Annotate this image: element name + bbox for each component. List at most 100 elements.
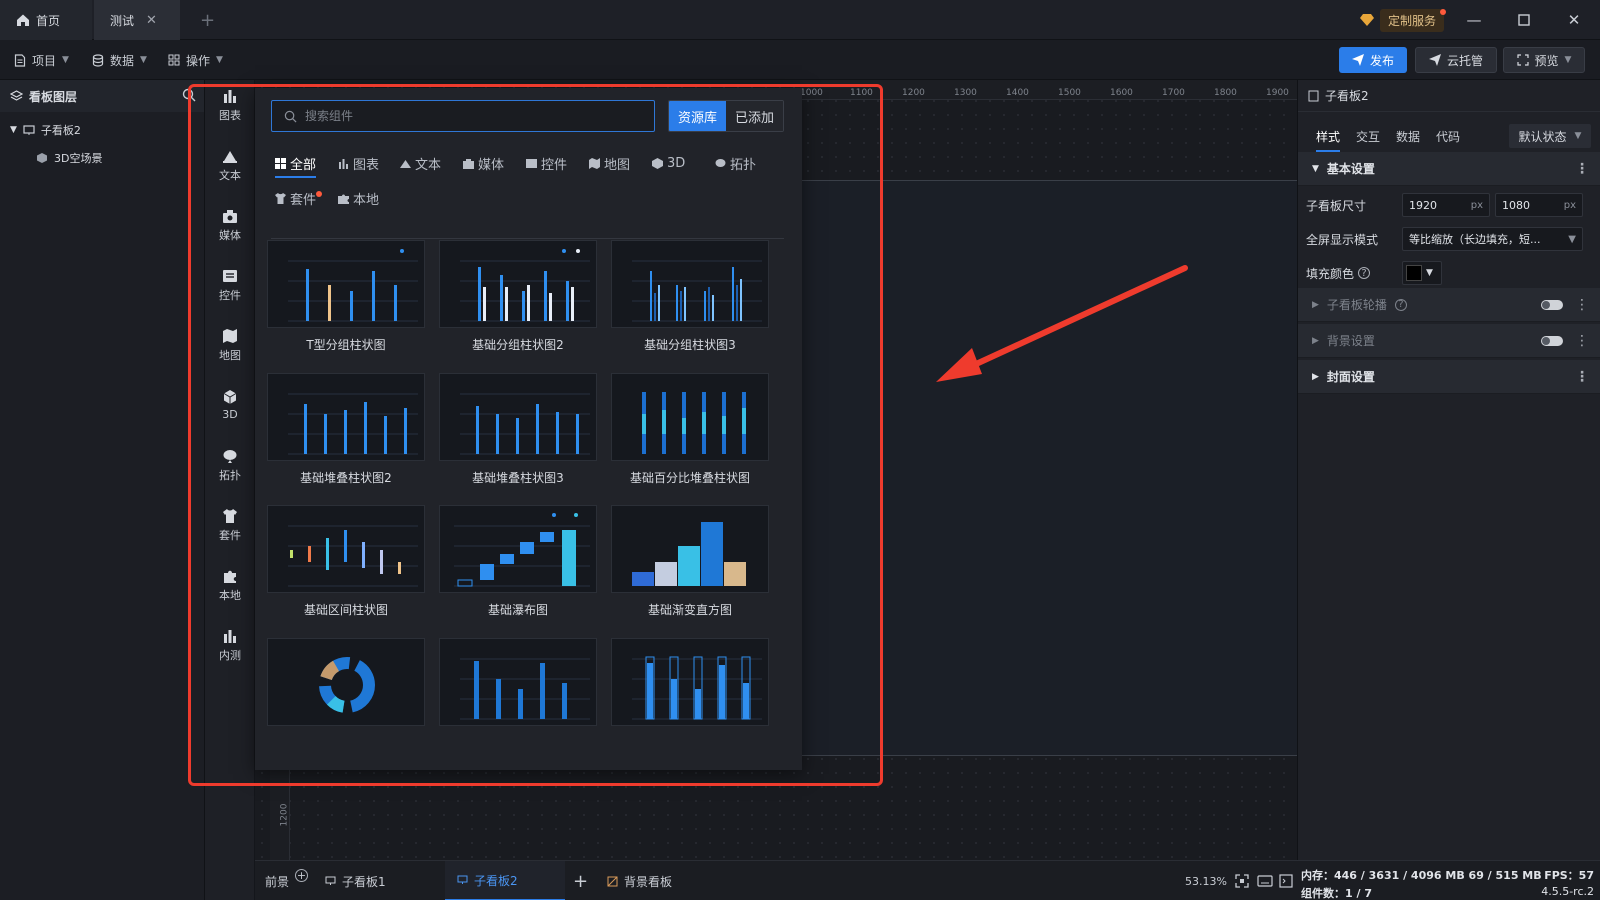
component-card[interactable]: 基础渐变直方图 bbox=[611, 505, 769, 618]
layers-icon bbox=[10, 90, 23, 102]
layer-item-3d-scene[interactable]: 3D空场景 bbox=[0, 144, 204, 172]
tab-background-board[interactable]: 背景看板 bbox=[607, 861, 672, 900]
background-toggle[interactable] bbox=[1541, 336, 1563, 346]
close-icon[interactable]: ✕ bbox=[146, 13, 157, 28]
preview-button[interactable]: 预览 ▼ bbox=[1503, 47, 1585, 73]
tab-text[interactable]: 文本 bbox=[400, 150, 441, 176]
section-title: 基本设置 bbox=[1326, 162, 1375, 176]
section-background[interactable]: ▶ 背景设置 ⋮ bbox=[1298, 324, 1600, 358]
fit-screen-button[interactable] bbox=[1235, 861, 1249, 900]
component-card[interactable]: 基础分组柱状图2 bbox=[439, 240, 597, 353]
component-card[interactable] bbox=[611, 638, 769, 726]
help-icon[interactable]: ? bbox=[1394, 298, 1407, 311]
component-card[interactable]: 基础堆叠柱状图2 bbox=[267, 373, 425, 486]
rail-item-label: 媒体 bbox=[219, 228, 241, 242]
minimize-button[interactable]: — bbox=[1462, 8, 1486, 32]
carousel-toggle[interactable] bbox=[1541, 300, 1563, 310]
tab-label: 全部 bbox=[290, 157, 317, 173]
tab-3d[interactable]: 3D bbox=[652, 150, 685, 176]
component-card[interactable]: 基础堆叠柱状图3 bbox=[439, 373, 597, 486]
tab-control[interactable]: 控件 bbox=[526, 150, 567, 176]
component-card[interactable]: 基础百分比堆叠柱状图 bbox=[611, 373, 769, 486]
tab-home[interactable]: 首页 bbox=[0, 0, 92, 40]
maximize-button[interactable] bbox=[1512, 8, 1536, 32]
tab-all[interactable]: 全部 bbox=[275, 150, 317, 178]
rail-item-3d[interactable]: 3D bbox=[205, 380, 255, 430]
add-tab-button[interactable]: + bbox=[190, 0, 225, 40]
terminal-button[interactable] bbox=[1279, 861, 1293, 900]
component-card[interactable]: 基础瀑布图 bbox=[439, 505, 597, 618]
rail-item-media[interactable]: 媒体 bbox=[205, 200, 255, 250]
tab-media[interactable]: 媒体 bbox=[463, 150, 504, 176]
component-card[interactable] bbox=[267, 638, 425, 726]
more-icon[interactable]: ⋮ bbox=[1575, 369, 1589, 385]
minimize-icon: — bbox=[1466, 11, 1482, 29]
artboard[interactable] bbox=[800, 180, 1297, 756]
tab-topology[interactable]: 拓扑 bbox=[715, 150, 756, 176]
custom-service-button[interactable]: 定制服务 bbox=[1360, 8, 1447, 32]
more-icon[interactable]: ⋮ bbox=[1575, 333, 1589, 349]
tab-local[interactable]: 本地 bbox=[338, 185, 379, 211]
fullscreen-select[interactable]: 等比缩放（长边填充，短... ▼ bbox=[1402, 227, 1583, 251]
tab-interaction[interactable]: 交互 bbox=[1356, 120, 1380, 152]
unit-label: px bbox=[1470, 199, 1483, 211]
more-icon[interactable]: ⋮ bbox=[1575, 161, 1589, 177]
menu-project[interactable]: 项目 ▼ bbox=[14, 40, 69, 80]
component-card[interactable]: 基础分组柱状图3 bbox=[611, 240, 769, 353]
rail-item-beta[interactable]: 内测 bbox=[205, 620, 255, 670]
search-icon[interactable] bbox=[182, 88, 196, 102]
component-card[interactable] bbox=[439, 638, 597, 726]
keyboard-button[interactable] bbox=[1257, 861, 1273, 900]
tab-map[interactable]: 地图 bbox=[589, 150, 630, 176]
rail-item-control[interactable]: 控件 bbox=[205, 260, 255, 310]
library-button[interactable]: 资源库 bbox=[669, 101, 726, 131]
fill-color-picker[interactable]: ▼ bbox=[1402, 261, 1442, 285]
section-cover[interactable]: ▶ 封面设置 ⋮ bbox=[1298, 360, 1600, 394]
map-icon bbox=[222, 328, 238, 344]
notification-dot bbox=[316, 190, 323, 197]
cloud-hosting-button[interactable]: 云托管 bbox=[1415, 47, 1497, 73]
width-input[interactable]: 1920 px bbox=[1402, 193, 1490, 217]
section-basic-settings[interactable]: ▼ 基本设置 ⋮ bbox=[1298, 152, 1600, 186]
rail-item-suite[interactable]: 套件 bbox=[205, 500, 255, 550]
tab-data[interactable]: 数据 bbox=[1396, 120, 1420, 152]
tab-suite[interactable]: 套件 bbox=[275, 185, 323, 211]
card-label: 基础分组柱状图2 bbox=[472, 338, 564, 352]
state-select[interactable]: 默认状态 ▼ bbox=[1509, 124, 1591, 148]
tab-test[interactable]: 测试 ✕ bbox=[94, 0, 180, 40]
more-icon[interactable]: ⋮ bbox=[1575, 297, 1589, 313]
tab-style[interactable]: 样式 bbox=[1316, 120, 1341, 152]
chart-thumbnail bbox=[611, 505, 769, 593]
height-input[interactable]: 1080 px bbox=[1495, 193, 1583, 217]
tab-label: 媒体 bbox=[478, 157, 505, 173]
search-input[interactable] bbox=[305, 109, 625, 123]
tab-label: 3D bbox=[667, 155, 686, 171]
layer-item-subboard[interactable]: ▼ 子看板2 bbox=[0, 116, 204, 144]
rail-item-topology[interactable]: 拓扑 bbox=[205, 440, 255, 490]
close-window-button[interactable]: ✕ bbox=[1562, 8, 1586, 32]
add-board-button[interactable]: + bbox=[573, 861, 588, 900]
menu-data[interactable]: 数据 ▼ bbox=[92, 40, 147, 80]
rail-item-chart[interactable]: 图表 bbox=[205, 80, 255, 130]
board-tab-bar: 前景 + 子看板1 子看板2 + 背景看板 53.13% bbox=[255, 860, 1297, 900]
foreground-tab[interactable]: 前景 + bbox=[265, 861, 309, 900]
rail-item-local[interactable]: 本地 bbox=[205, 560, 255, 610]
search-box[interactable] bbox=[271, 100, 655, 132]
menu-operation[interactable]: 操作 ▼ bbox=[168, 40, 223, 80]
help-icon[interactable]: ? bbox=[1358, 267, 1371, 279]
rail-item-map[interactable]: 地图 bbox=[205, 320, 255, 370]
section-carousel[interactable]: ▶ 子看板轮播 ? ⋮ bbox=[1298, 288, 1600, 322]
component-card[interactable]: 基础区间柱状图 bbox=[267, 505, 425, 618]
tab-subboard-1[interactable]: 子看板1 bbox=[325, 861, 386, 900]
shirt-icon bbox=[275, 192, 286, 204]
chart-thumbnail bbox=[267, 505, 425, 593]
tab-subboard-2[interactable]: 子看板2 bbox=[445, 861, 565, 900]
zoom-level[interactable]: 53.13% bbox=[1185, 861, 1227, 900]
tab-code[interactable]: 代码 bbox=[1436, 120, 1460, 152]
component-card[interactable]: T型分组柱状图 bbox=[267, 240, 425, 353]
added-button[interactable]: 已添加 bbox=[726, 101, 783, 131]
publish-button[interactable]: 发布 bbox=[1339, 47, 1407, 73]
rail-item-text[interactable]: 文本 bbox=[205, 140, 255, 190]
tab-chart[interactable]: 图表 bbox=[338, 150, 379, 176]
add-circle-icon[interactable]: + bbox=[295, 868, 309, 882]
